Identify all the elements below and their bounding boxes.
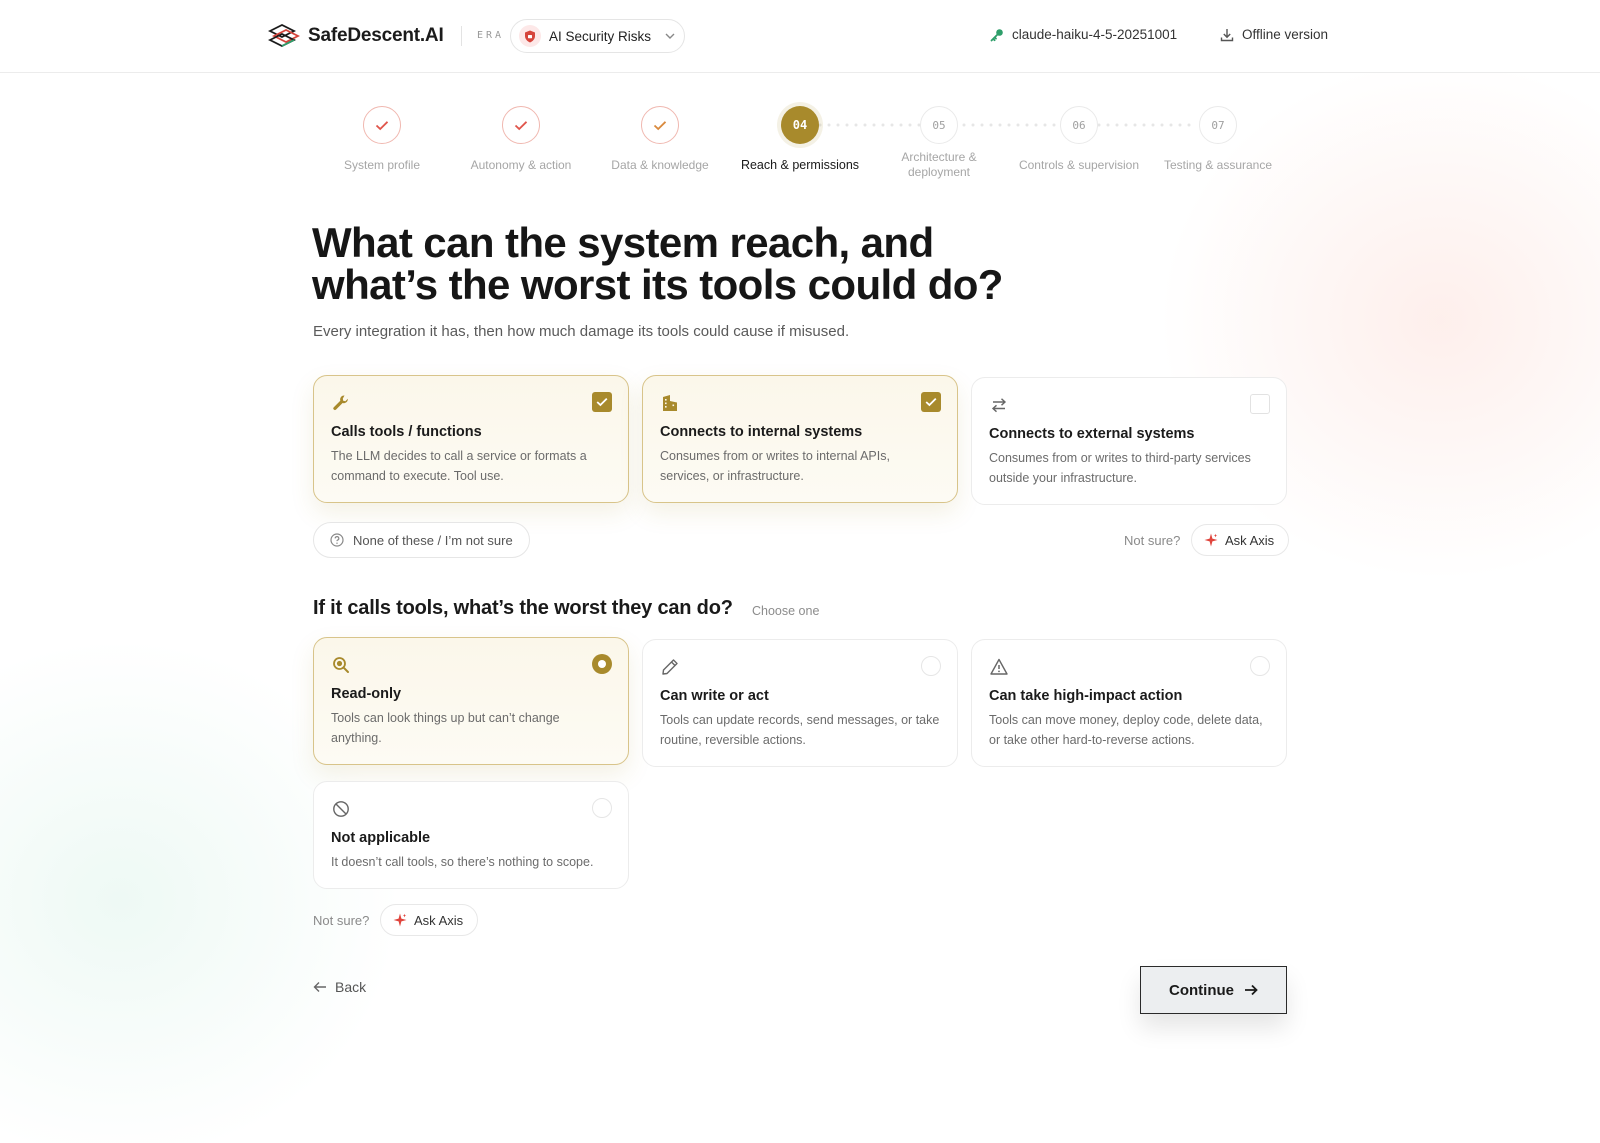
- option-description: Consumes from or writes to internal APIs…: [660, 449, 890, 483]
- check-icon: [596, 397, 608, 407]
- warning-icon: [990, 658, 1008, 675]
- option-description: Tools can look things up but can’t chang…: [331, 711, 560, 745]
- option-description: The LLM decides to call a service or for…: [331, 449, 587, 483]
- wrench-icon: [333, 395, 348, 410]
- pencil-icon: [662, 659, 678, 675]
- none-of-these-label: None of these / I’m not sure: [353, 532, 513, 548]
- not-sure-label: Not sure?: [1124, 533, 1181, 548]
- ask-axis-label: Ask Axis: [414, 912, 464, 928]
- back-label: Back: [335, 979, 367, 995]
- option-description: Consumes from or writes to third-party s…: [989, 451, 1251, 485]
- not-sure-label: Not sure?: [313, 913, 370, 928]
- download-icon: [1220, 28, 1234, 41]
- arrow-left-icon: [313, 982, 326, 992]
- impact-not-applicable[interactable]: Not applicable It doesn’t call tools, so…: [313, 781, 629, 889]
- option-internal-systems[interactable]: Connects to internal systems Consumes fr…: [642, 375, 958, 503]
- step-7-circle[interactable]: 07: [1199, 106, 1237, 144]
- option-title: Connects to internal systems: [660, 424, 863, 440]
- option-calls-tools[interactable]: Calls tools / functions The LLM decides …: [313, 375, 629, 503]
- brand-logo[interactable]: SafeDescent.AI: [268, 23, 444, 49]
- era-label: ERA: [477, 30, 505, 41]
- check-icon: [925, 397, 937, 407]
- step-4-label: Reach & permissions: [740, 158, 860, 172]
- offline-label: Offline version: [1242, 27, 1329, 42]
- shield-icon: [519, 25, 541, 47]
- step-5-label: Architecture & deployment: [901, 150, 977, 179]
- option-description: It doesn’t call tools, so there’s nothin…: [331, 855, 594, 869]
- page-title: What can the system reach, and what’s th…: [312, 219, 1003, 308]
- chevron-down-icon: [665, 33, 675, 39]
- back-button[interactable]: Back: [313, 979, 366, 995]
- impact-high-impact[interactable]: Can take high-impact action Tools can mo…: [971, 639, 1287, 767]
- step-3-circle[interactable]: [641, 106, 679, 144]
- sparkle-icon: [393, 913, 407, 927]
- question-circle-icon: [330, 533, 344, 547]
- assessment-label: AI Security Risks: [549, 28, 652, 44]
- header-divider: [461, 26, 462, 46]
- check-icon: [375, 120, 389, 130]
- step-6-circle[interactable]: 06: [1060, 106, 1098, 144]
- sparkle-icon: [1204, 533, 1218, 547]
- step-5-circle[interactable]: 05: [920, 106, 958, 144]
- checkbox-calls-tools[interactable]: [592, 392, 612, 412]
- impact-write-or-act[interactable]: Can write or act Tools can update record…: [642, 639, 958, 767]
- step-4-circle[interactable]: 04: [781, 106, 819, 144]
- check-icon: [514, 120, 528, 130]
- impact-hint: Choose one: [752, 604, 820, 618]
- option-external-systems[interactable]: Connects to external systems Consumes fr…: [971, 377, 1287, 505]
- option-title: Can take high-impact action: [989, 688, 1183, 704]
- radio-high-impact[interactable]: [1250, 656, 1270, 676]
- step-3-label: Data & knowledge: [611, 158, 709, 172]
- radio-write-or-act[interactable]: [921, 656, 941, 676]
- arrows-exchange-icon: [991, 398, 1007, 413]
- impact-question: If it calls tools, what’s the worst they…: [313, 597, 733, 619]
- option-title: Connects to external systems: [989, 426, 1195, 442]
- none-of-these-button[interactable]: None of these / I’m not sure: [313, 522, 530, 558]
- step-1-label: System profile: [343, 158, 421, 172]
- brand-name: SafeDescent.AI: [308, 25, 444, 46]
- option-title: Read-only: [331, 686, 402, 702]
- offline-version-link[interactable]: Offline version: [1220, 27, 1328, 42]
- option-description: Tools can move money, deploy code, delet…: [989, 713, 1263, 747]
- logo-icon: [268, 23, 300, 48]
- step-2-label: Autonomy & action: [470, 158, 572, 172]
- checkbox-external-systems[interactable]: [1250, 394, 1270, 414]
- arrow-right-icon: [1245, 984, 1258, 996]
- ask-axis-button[interactable]: Ask Axis: [380, 904, 479, 936]
- radio-not-applicable[interactable]: [592, 798, 612, 818]
- option-title: Can write or act: [660, 688, 769, 704]
- model-name: claude-haiku-4-5-20251001: [1012, 27, 1178, 42]
- continue-button[interactable]: Continue: [1140, 966, 1287, 1014]
- ask-axis-button[interactable]: Ask Axis: [1191, 524, 1290, 556]
- impact-read-only[interactable]: Read-only Tools can look things up but c…: [313, 637, 629, 765]
- top-bar: SafeDescent.AI ERA AI Security Risks cla…: [0, 0, 1600, 73]
- key-icon: [990, 28, 1003, 41]
- step-2-circle[interactable]: [502, 106, 540, 144]
- page-subtitle: Every integration it has, then how much …: [313, 323, 850, 340]
- step-7-label: Testing & assurance: [1163, 158, 1273, 172]
- model-indicator[interactable]: claude-haiku-4-5-20251001: [990, 27, 1177, 42]
- checkbox-internal-systems[interactable]: [921, 392, 941, 412]
- option-description: Tools can update records, send messages,…: [660, 713, 940, 747]
- option-title: Calls tools / functions: [331, 424, 482, 440]
- option-title: Not applicable: [331, 830, 431, 846]
- ask-axis-label: Ask Axis: [1225, 532, 1275, 548]
- ban-icon: [333, 801, 349, 817]
- building-icon: [663, 395, 677, 411]
- continue-label: Continue: [1169, 981, 1234, 999]
- step-1-circle[interactable]: [363, 106, 401, 144]
- step-6-label: Controls & supervision: [1018, 158, 1140, 172]
- magnifier-icon: [333, 657, 349, 673]
- radio-read-only[interactable]: [592, 654, 612, 674]
- assessment-selector[interactable]: AI Security Risks: [510, 19, 685, 53]
- progress-stepper: 04 05 06 07 System profile Autonomy & ac…: [0, 104, 1600, 194]
- check-icon: [653, 120, 667, 130]
